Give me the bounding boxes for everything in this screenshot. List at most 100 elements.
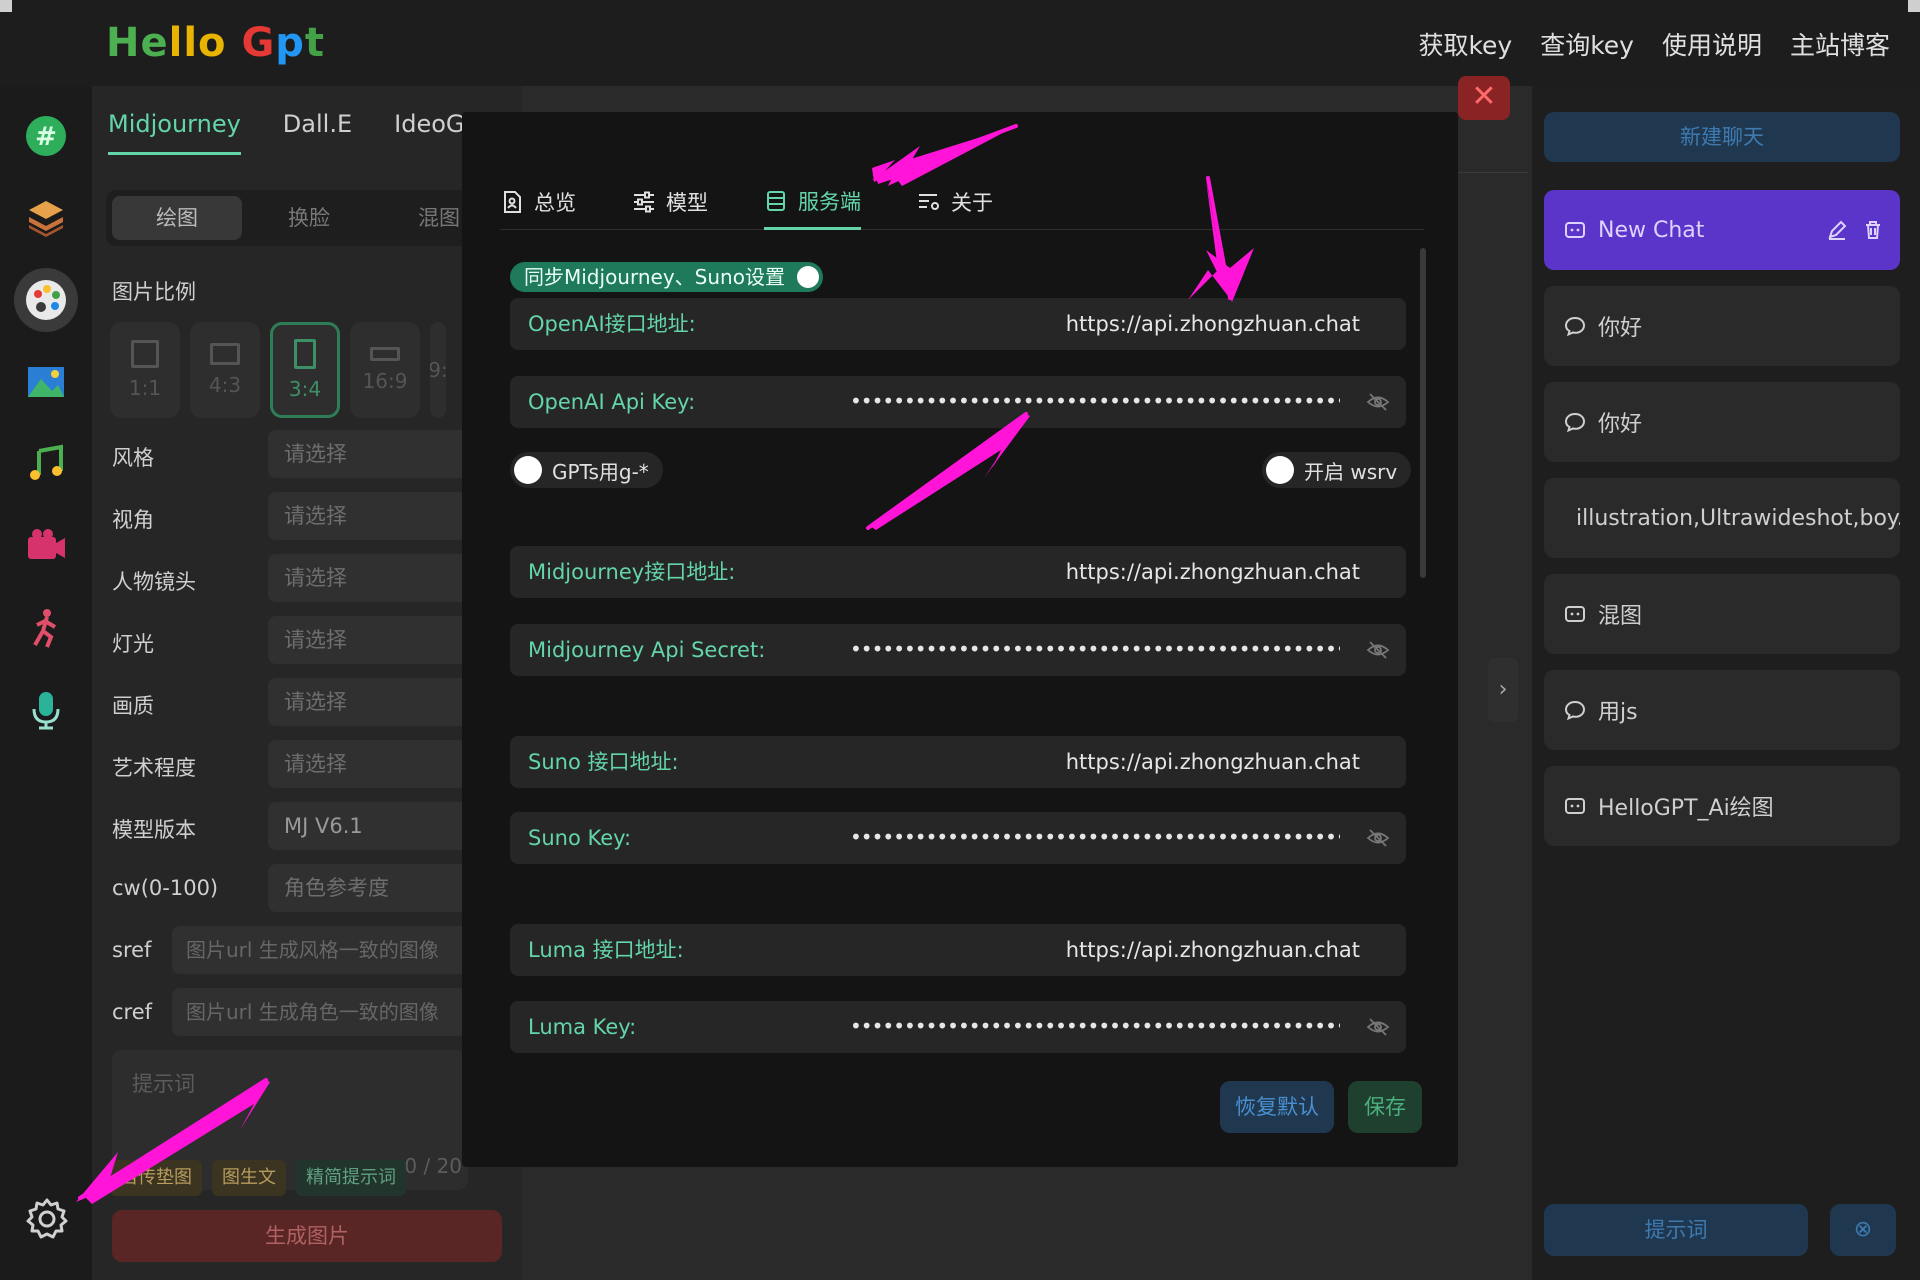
settings-modal: 总览 模型 服务端 关于 同步Midjourney、Suno设置 OpenAI接… bbox=[462, 112, 1458, 1167]
tab-model[interactable]: 模型 bbox=[632, 174, 708, 230]
tab-server[interactable]: 服务端 bbox=[764, 174, 861, 230]
upload-base-image-button[interactable]: 自传垫图 bbox=[110, 1160, 202, 1196]
image-to-text-button[interactable]: 图生文 bbox=[212, 1160, 286, 1196]
lighting-label: 灯光 bbox=[112, 632, 154, 656]
luma-endpoint-field[interactable]: Luma 接口地址: https://api.zhongzhuan.chat bbox=[510, 924, 1406, 976]
ratio-1-1[interactable]: 1:1 bbox=[110, 322, 180, 418]
suno-endpoint-field[interactable]: Suno 接口地址: https://api.zhongzhuan.chat bbox=[510, 736, 1406, 788]
image-icon[interactable] bbox=[14, 350, 78, 414]
simplify-prompt-button[interactable]: 精简提示词 bbox=[296, 1160, 406, 1196]
midjourney-secret-field[interactable]: Midjourney Api Secret: •••••••••••••••••… bbox=[510, 624, 1406, 676]
lighting-select[interactable]: 请选择 bbox=[268, 616, 468, 664]
switch-knob bbox=[514, 456, 542, 484]
ratio-3-4[interactable]: 3:4 bbox=[270, 322, 340, 418]
field-label: Suno Key: bbox=[528, 826, 632, 850]
cw-input[interactable]: 角色参考度 bbox=[268, 864, 468, 912]
layers-icon[interactable] bbox=[14, 186, 78, 250]
openai-api-key-field[interactable]: OpenAI Api Key: ••••••••••••••••••••••••… bbox=[510, 376, 1406, 428]
openai-endpoint-field[interactable]: OpenAI接口地址: https://api.zhongzhuan.chat bbox=[510, 298, 1406, 350]
password-mask: ••••••••••••••••••••••••••••••••••••••••… bbox=[850, 389, 1340, 413]
chat-item[interactable]: illustration,Ultrawideshot,boy... bbox=[1544, 478, 1900, 558]
ratio-9-16[interactable]: 9: bbox=[430, 322, 446, 418]
wsrv-switch[interactable]: 开启 wsrv bbox=[1262, 452, 1412, 488]
tab-overview[interactable]: 总览 bbox=[500, 174, 576, 230]
logo-part: llo bbox=[168, 20, 227, 66]
field-value: https://api.zhongzhuan.chat bbox=[1065, 560, 1360, 584]
chevron-right-icon[interactable]: › bbox=[1488, 658, 1518, 722]
chat-item[interactable]: HelloGPT_Ai绘图 bbox=[1544, 766, 1900, 846]
edit-icon[interactable] bbox=[1826, 219, 1848, 241]
logo-part: G bbox=[226, 20, 276, 66]
eye-off-icon[interactable] bbox=[1366, 390, 1390, 414]
chat-item[interactable]: 混图 bbox=[1544, 574, 1900, 654]
style-select[interactable]: 请选择 bbox=[268, 430, 468, 478]
ratio-shape bbox=[370, 347, 400, 361]
palette-icon[interactable] bbox=[14, 268, 78, 332]
ratio-4-3[interactable]: 4:3 bbox=[190, 322, 260, 418]
generator-tabs: Midjourney Dall.E IdeoGram bbox=[108, 110, 512, 155]
music-icon[interactable] bbox=[14, 432, 78, 496]
save-button[interactable]: 保存 bbox=[1348, 1081, 1422, 1133]
cref-input[interactable]: 图片url 生成角色一致的图像 bbox=[172, 988, 468, 1036]
ratio-shape bbox=[294, 339, 316, 369]
eye-off-icon[interactable] bbox=[1366, 826, 1390, 850]
eye-off-icon[interactable] bbox=[1366, 638, 1390, 662]
segment-faceswap[interactable]: 换脸 bbox=[244, 196, 374, 240]
generate-image-button[interactable]: 生成图片 bbox=[112, 1210, 502, 1262]
shot-select[interactable]: 请选择 bbox=[268, 554, 468, 602]
tab-dalle[interactable]: Dall.E bbox=[283, 110, 352, 155]
new-chat-button[interactable]: 新建聊天 bbox=[1544, 112, 1900, 162]
tab-label: 总览 bbox=[534, 191, 576, 215]
top-bar: Hello Gpt 获取key 查询key 使用说明 主站博客 bbox=[0, 0, 1920, 86]
nav-query-key[interactable]: 查询key bbox=[1540, 26, 1634, 62]
tab-midjourney[interactable]: Midjourney bbox=[108, 110, 241, 155]
quality-select[interactable]: 请选择 bbox=[268, 678, 468, 726]
dance-icon[interactable] bbox=[14, 596, 78, 660]
segment-draw[interactable]: 绘图 bbox=[112, 196, 242, 240]
clear-icon[interactable]: ⊗ bbox=[1830, 1204, 1896, 1256]
switch-label: 开启 wsrv bbox=[1304, 459, 1398, 484]
close-icon[interactable]: ✕ bbox=[1458, 76, 1510, 120]
angle-select[interactable]: 请选择 bbox=[268, 492, 468, 540]
cw-label: cw(0-100) bbox=[112, 876, 219, 900]
logo-part: He bbox=[106, 20, 169, 66]
chat-title: 用js bbox=[1598, 700, 1638, 725]
chat-item[interactable]: 你好 bbox=[1544, 382, 1900, 462]
ratio-16-9[interactable]: 16:9 bbox=[350, 322, 420, 418]
prompt-library-button[interactable]: 提示词 bbox=[1544, 1204, 1808, 1256]
sync-settings-toggle[interactable]: 同步Midjourney、Suno设置 bbox=[510, 262, 823, 292]
sref-input[interactable]: 图片url 生成风格一致的图像 bbox=[172, 926, 468, 974]
nav-blog[interactable]: 主站博客 bbox=[1790, 26, 1890, 62]
chat-item[interactable]: 用js bbox=[1544, 670, 1900, 750]
hash-icon[interactable]: # bbox=[14, 104, 78, 168]
chat-item[interactable]: 你好 bbox=[1544, 286, 1900, 366]
ratio-text: 16:9 bbox=[362, 369, 408, 393]
reset-defaults-button[interactable]: 恢复默认 bbox=[1220, 1081, 1334, 1133]
eye-off-icon[interactable] bbox=[1366, 1015, 1390, 1039]
settings-icon[interactable] bbox=[24, 1196, 70, 1242]
password-mask: ••••••••••••••••••••••••••••••••••••••••… bbox=[850, 825, 1340, 849]
nav-get-key[interactable]: 获取key bbox=[1418, 26, 1512, 62]
midjourney-endpoint-field[interactable]: Midjourney接口地址: https://api.zhongzhuan.c… bbox=[510, 546, 1406, 598]
field-label: OpenAI接口地址: bbox=[528, 312, 696, 336]
nav-usage[interactable]: 使用说明 bbox=[1662, 26, 1762, 62]
modal-scrollbar[interactable] bbox=[1420, 248, 1426, 578]
field-value: https://api.zhongzhuan.chat bbox=[1065, 938, 1360, 962]
gpts-switch[interactable]: GPTs用g-* bbox=[510, 452, 663, 488]
suno-key-field[interactable]: Suno Key: ••••••••••••••••••••••••••••••… bbox=[510, 812, 1406, 864]
mic-icon[interactable] bbox=[14, 678, 78, 742]
tab-about[interactable]: 关于 bbox=[917, 174, 993, 230]
video-icon[interactable] bbox=[14, 514, 78, 578]
style-label: 风格 bbox=[112, 446, 154, 470]
chat-actions bbox=[1826, 219, 1884, 241]
luma-key-field[interactable]: Luma Key: ••••••••••••••••••••••••••••••… bbox=[510, 1001, 1406, 1053]
left-panel: Midjourney Dall.E IdeoGram 绘图 换脸 混图 图片比例… bbox=[92, 86, 522, 1280]
chat-item[interactable]: New Chat bbox=[1544, 190, 1900, 270]
stylize-select[interactable]: 请选择 bbox=[268, 740, 468, 788]
ratio-text: 3:4 bbox=[288, 377, 322, 401]
ratio-shape bbox=[210, 343, 240, 365]
model-version-select[interactable]: MJ V6.1 bbox=[268, 802, 468, 850]
app-logo[interactable]: Hello Gpt bbox=[106, 20, 325, 66]
trash-icon[interactable] bbox=[1862, 219, 1884, 241]
mode-segment: 绘图 换脸 混图 bbox=[106, 190, 506, 246]
